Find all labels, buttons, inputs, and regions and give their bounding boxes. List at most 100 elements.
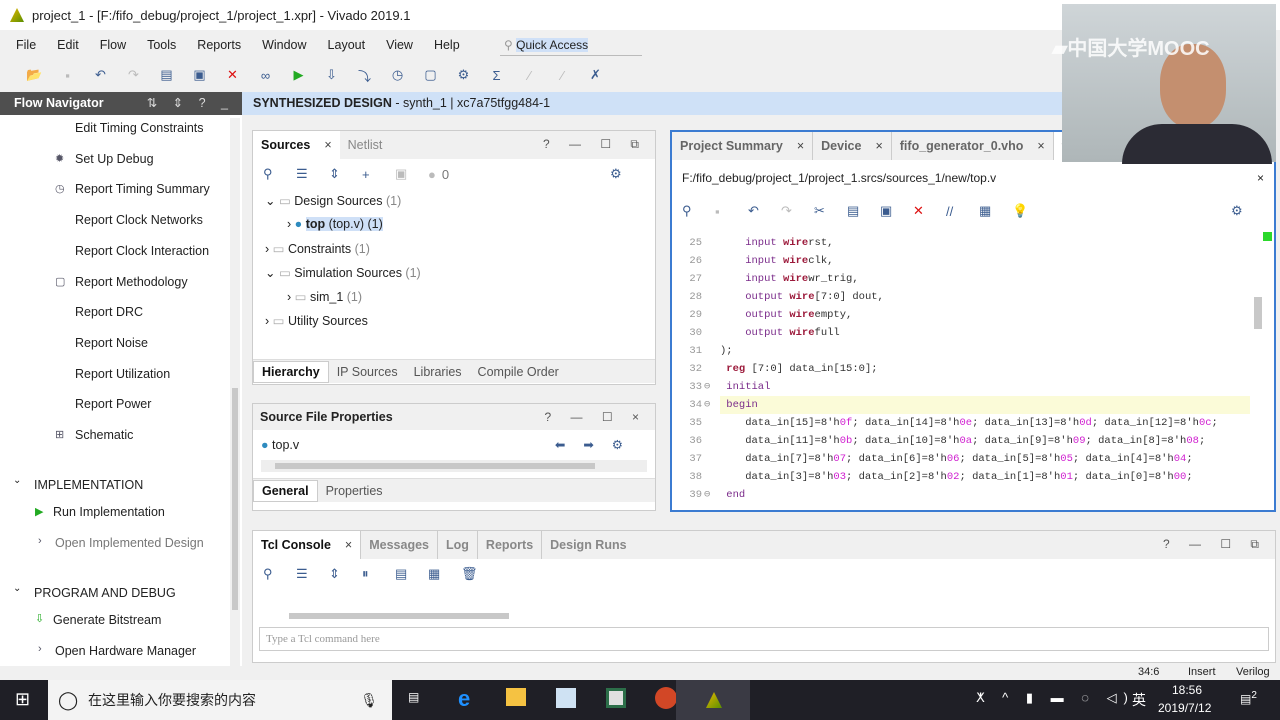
console-tab[interactable]: Log bbox=[437, 531, 477, 559]
copy-icon[interactable]: ▤ bbox=[150, 67, 183, 83]
taskbar-search[interactable]: ◯ 在这里输入你要搜索的内容 🎙 bbox=[48, 680, 392, 720]
menu-reports[interactable]: Reports bbox=[197, 38, 241, 52]
editor-tab[interactable]: fifo_generator_0.vho × bbox=[890, 132, 1053, 160]
clock-date[interactable]: 2019/7/12 bbox=[1158, 701, 1211, 715]
nav-item[interactable]: Report DRC bbox=[75, 305, 143, 319]
tab-ip-sources[interactable]: IP Sources bbox=[329, 365, 406, 379]
redo-icon[interactable]: ↷ bbox=[781, 203, 814, 219]
tab-general[interactable]: General bbox=[253, 479, 318, 502]
add-icon[interactable]: + bbox=[362, 167, 395, 182]
close-icon[interactable]: × bbox=[1257, 160, 1264, 196]
cut-icon[interactable]: ✂ bbox=[814, 203, 847, 219]
fold-icon[interactable]: ⊖ bbox=[704, 378, 710, 396]
run-icon[interactable]: ▶ bbox=[282, 67, 315, 83]
tab-properties[interactable]: Properties bbox=[318, 484, 391, 498]
copy-icon[interactable]: ▤ bbox=[847, 203, 880, 219]
find-icon[interactable]: ∞ bbox=[249, 68, 282, 83]
open-icon[interactable]: 📂 bbox=[18, 67, 51, 83]
console-tab[interactable]: Design Runs bbox=[541, 531, 634, 559]
close-icon[interactable]: × bbox=[324, 138, 331, 152]
tree-item-utility-sources[interactable]: › ▭ Utility Sources bbox=[265, 313, 368, 328]
nav-open-implemented-design[interactable]: Open Implemented Design bbox=[55, 536, 204, 550]
tab-sources[interactable]: Sources × bbox=[253, 131, 340, 159]
tab-hierarchy[interactable]: Hierarchy bbox=[253, 360, 329, 383]
app-icon[interactable] bbox=[556, 688, 576, 708]
fold-icon[interactable]: ⊖ bbox=[704, 486, 710, 504]
expand-all-icon[interactable]: ⇕ bbox=[329, 166, 362, 182]
editor-tab[interactable]: Project Summary × bbox=[672, 132, 812, 160]
close-icon[interactable]: × bbox=[345, 538, 352, 552]
save-icon[interactable]: ▪ bbox=[51, 68, 84, 83]
navigator-scrollbar[interactable] bbox=[230, 118, 240, 668]
nav-item[interactable]: Schematic bbox=[75, 428, 133, 442]
paste-icon[interactable]: ▣ bbox=[880, 203, 913, 219]
disabled-icon[interactable]: ⁄ bbox=[546, 68, 579, 83]
tree-item-top[interactable]: › ● top (top.v) (1) bbox=[287, 217, 383, 231]
tab-libraries[interactable]: Libraries bbox=[406, 365, 470, 379]
menu-layout[interactable]: Layout bbox=[328, 38, 366, 52]
console-tab[interactable]: Messages bbox=[360, 531, 437, 559]
nav-item[interactable]: Report Utilization bbox=[75, 367, 170, 381]
tab-netlist[interactable]: Netlist bbox=[340, 131, 391, 159]
tools-icon[interactable]: ✗ bbox=[579, 67, 612, 83]
nav-item[interactable]: Edit Timing Constraints bbox=[75, 121, 204, 135]
file-explorer-icon[interactable] bbox=[506, 688, 526, 706]
chevron-right-icon[interactable]: › bbox=[38, 535, 42, 547]
gear-icon[interactable]: ⚙ bbox=[1231, 203, 1264, 219]
step-icon[interactable]: ⇩ bbox=[315, 67, 348, 83]
editor-tab[interactable]: Device × bbox=[812, 132, 891, 160]
clipboard-icon[interactable]: ▢ bbox=[414, 67, 447, 83]
menu-help[interactable]: Help bbox=[434, 38, 460, 52]
menu-edit[interactable]: Edit bbox=[57, 38, 79, 52]
search-icon[interactable]: ⚲ bbox=[682, 203, 715, 219]
notification-icon[interactable]: ▤2 bbox=[1240, 690, 1257, 706]
edge-icon[interactable]: e bbox=[458, 686, 470, 712]
fold-icon[interactable]: ⊖ bbox=[704, 396, 710, 414]
undo-icon[interactable]: ↶ bbox=[748, 203, 781, 219]
close-icon[interactable]: × bbox=[797, 139, 804, 153]
windows-start-icon[interactable]: ⊞ bbox=[15, 689, 30, 710]
task-view-icon[interactable]: ▤ bbox=[408, 690, 419, 704]
nav-arrows[interactable]: ⬅➡⚙ bbox=[555, 430, 641, 460]
comment-icon[interactable]: // bbox=[946, 204, 979, 219]
close-icon[interactable]: × bbox=[875, 139, 882, 153]
app-icon[interactable] bbox=[606, 688, 626, 708]
gear-icon[interactable]: ⚙ bbox=[610, 166, 643, 182]
tcl-command-input[interactable]: Type a Tcl command here bbox=[259, 627, 1269, 651]
pause-icon[interactable]: ⏸ bbox=[362, 566, 395, 582]
redo-icon[interactable]: ↷ bbox=[117, 67, 150, 83]
powerpoint-icon[interactable] bbox=[655, 687, 677, 709]
nav-generate-bitstream[interactable]: Generate Bitstream bbox=[53, 613, 161, 627]
chevron-down-icon[interactable]: ⌄ bbox=[13, 583, 21, 594]
nav-open-hardware-manager[interactable]: Open Hardware Manager bbox=[55, 644, 196, 658]
nav-item[interactable]: Report Clock Networks bbox=[75, 213, 203, 227]
quick-access-input[interactable]: ⚲ Quick Access bbox=[500, 36, 642, 56]
menu-window[interactable]: Window bbox=[262, 38, 306, 52]
disabled-icon[interactable]: ⁄ bbox=[513, 68, 546, 83]
console-tab[interactable]: Tcl Console × bbox=[253, 531, 361, 559]
nav-item[interactable]: Report Timing Summary bbox=[75, 182, 210, 196]
tree-item-constraints[interactable]: › ▭ Constraints (1) bbox=[265, 241, 370, 256]
search-icon[interactable]: ⚲ bbox=[263, 166, 296, 182]
save-icon[interactable]: ▪ bbox=[715, 204, 748, 219]
chevron-right-icon[interactable]: › bbox=[38, 643, 42, 655]
tree-item-sim-1[interactable]: › ▭ sim_1 (1) bbox=[287, 289, 362, 304]
tree-item-simulation-sources[interactable]: ⌄ ▭ Simulation Sources (1) bbox=[265, 265, 421, 280]
ime-indicator[interactable]: 英 bbox=[1132, 690, 1146, 710]
expand-icon[interactable]: ⇕ bbox=[329, 566, 362, 582]
menu-flow[interactable]: Flow bbox=[100, 38, 126, 52]
menu-tools[interactable]: Tools bbox=[147, 38, 176, 52]
tab-compile-order[interactable]: Compile Order bbox=[470, 365, 567, 379]
report-icon[interactable]: ⤵ bbox=[348, 66, 381, 85]
undo-icon[interactable]: ↶ bbox=[84, 67, 117, 83]
paste-icon[interactable]: ▣ bbox=[183, 67, 216, 83]
nav-item[interactable]: Set Up Debug bbox=[75, 152, 154, 166]
format-icon[interactable]: ▦ bbox=[979, 203, 1012, 219]
horizontal-scrollbar[interactable] bbox=[261, 460, 647, 472]
search-icon[interactable]: ⚲ bbox=[263, 566, 296, 582]
collapse-all-icon[interactable]: ☰ bbox=[296, 166, 329, 182]
system-tray-icons[interactable]: ⵅ ^ ▮ ▬ ◌ ◁) bbox=[976, 690, 1135, 706]
window-controls[interactable]: ? — ☐ ⧉ bbox=[543, 137, 647, 152]
nav-item[interactable]: Report Noise bbox=[75, 336, 148, 350]
chevron-down-icon[interactable]: ⌄ bbox=[13, 475, 21, 486]
